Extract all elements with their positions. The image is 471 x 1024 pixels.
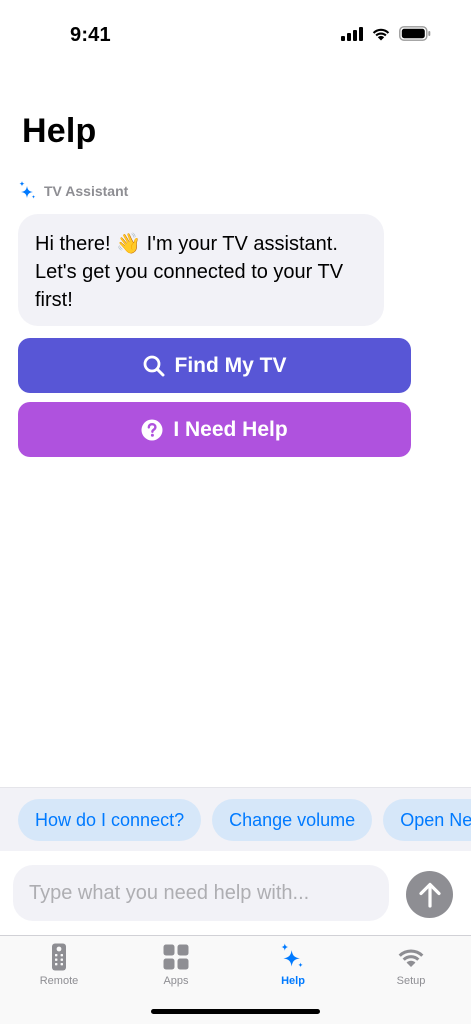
tab-remote[interactable]: Remote [14,942,104,992]
status-time: 9:41 [70,24,111,46]
tab-help[interactable]: Help [248,942,338,992]
status-bar: 9:41 [0,0,471,70]
apps-grid-icon [163,944,189,970]
suggestion-chip-label: How do I connect? [35,809,185,830]
find-my-tv-label: Find My TV [174,353,287,377]
battery-icon [399,26,431,41]
i-need-help-label: I Need Help [173,417,288,441]
i-need-help-button[interactable]: I Need Help [18,402,411,457]
wifi-icon [372,28,390,41]
status-icons [341,26,431,41]
home-indicator [151,1009,320,1014]
tab-apps[interactable]: Apps [131,942,221,992]
send-button[interactable] [406,871,453,918]
remote-icon [52,943,66,971]
assistant-message-bubble: Hi there! 👋 I'm your TV assistant. Let's… [18,214,384,326]
suggestion-chips-bar[interactable]: How do I connect? Change volume Open Net… [0,787,471,851]
search-icon [143,355,164,376]
suggestion-chip-open-netflix[interactable]: Open Netflix [383,799,471,841]
tab-setup-label: Setup [396,975,426,987]
help-message-input[interactable] [13,865,389,921]
tab-setup[interactable]: Setup [366,942,456,992]
arrow-up-icon [418,882,441,908]
assistant-name: TV Assistant [44,183,129,199]
message-input-row [0,851,471,935]
suggestion-chip-change-volume[interactable]: Change volume [212,799,373,841]
find-my-tv-button[interactable]: Find My TV [18,338,411,393]
signal-icon [341,26,363,41]
wifi-icon [398,949,424,967]
suggestion-chip-label: Open Netflix [400,809,471,830]
suggestion-chip-row: How do I connect? Change volume Open Net… [18,799,471,841]
suggestion-chip-how-do-i-connect[interactable]: How do I connect? [18,799,202,841]
tab-apps-label: Apps [163,975,189,987]
suggestion-chip-label: Change volume [229,809,356,830]
assistant-message-text: Hi there! 👋 I'm your TV assistant. Let's… [35,233,344,311]
sparkles-icon [281,943,303,968]
sparkles-icon [19,181,36,199]
tab-help-label: Help [281,975,305,987]
tab-remote-label: Remote [39,975,79,987]
page-title: Help [22,112,97,150]
question-circle-icon [141,419,163,440]
help-screen: 9:41 Help TV Assistant Hi there! 👋 I'm y… [0,0,471,1024]
assistant-label: TV Assistant [18,180,128,202]
